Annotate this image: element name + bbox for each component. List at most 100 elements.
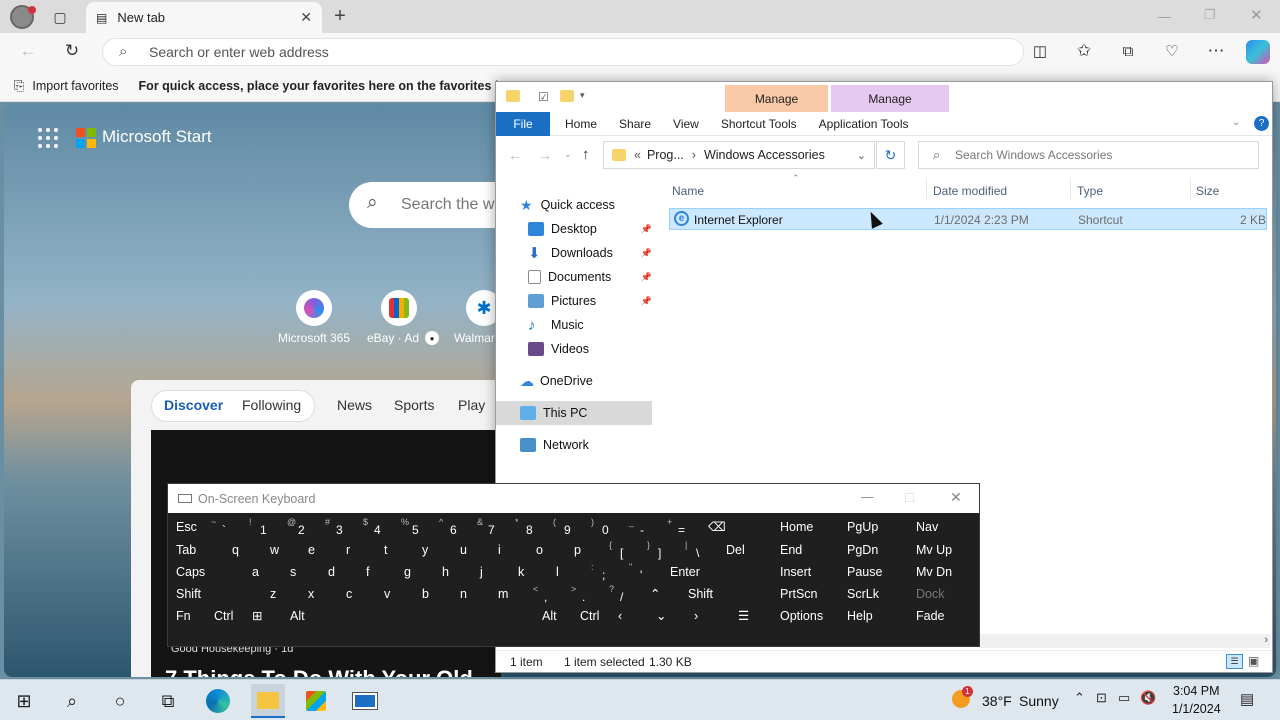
key-g[interactable]: g	[398, 561, 432, 582]
copilot-icon[interactable]	[1246, 40, 1270, 64]
key-w[interactable]: w	[264, 539, 298, 560]
key-a[interactable]: a	[246, 561, 280, 582]
nav-back-icon[interactable]: ←	[508, 147, 522, 163]
explorer-minimize-icon[interactable]: —	[1152, 88, 1164, 102]
details-view-icon[interactable]: ☰	[1226, 654, 1243, 669]
explorer-close-icon[interactable]: ✕	[1242, 86, 1255, 104]
nav-desktop[interactable]: Desktop 📌	[528, 217, 652, 241]
clock-date[interactable]: 1/1/2024	[1172, 702, 1221, 716]
key-5[interactable]: % 5	[398, 516, 432, 537]
key-fn[interactable]: Fn	[170, 605, 204, 626]
key-del[interactable]: Del	[720, 539, 766, 560]
weather-temp[interactable]: 38°F	[982, 693, 1012, 709]
nav-up-icon[interactable]: ↑	[582, 146, 590, 163]
key-v[interactable]: v	[378, 583, 412, 604]
key-x[interactable]: x	[302, 583, 336, 604]
key-f[interactable]: f	[360, 561, 394, 582]
close-tab-icon[interactable]: ✕	[300, 9, 312, 26]
ribbon-tab-application-tools[interactable]: Application Tools	[808, 112, 920, 136]
key-end[interactable]: End	[774, 539, 836, 560]
ribbon-tab-shortcut-tools[interactable]: Shortcut Tools	[710, 112, 808, 136]
key-space[interactable]	[322, 605, 532, 626]
quicklink-m365[interactable]	[296, 290, 332, 326]
favorites-icon[interactable]: ✩	[1072, 39, 1096, 63]
key-c[interactable]: c	[340, 583, 374, 604]
key-tab[interactable]: Tab	[170, 539, 222, 560]
nav-onedrive[interactable]: ☁ OneDrive	[520, 369, 650, 393]
key-backtick[interactable]: ~ `	[208, 516, 242, 537]
windows-key-icon[interactable]: ⊞	[246, 605, 280, 626]
key-alt-left[interactable]: Alt	[284, 605, 318, 626]
key-shift-right[interactable]: Shift	[682, 583, 766, 604]
key-t[interactable]: t	[378, 539, 412, 560]
key-ctrl-right[interactable]: Ctrl	[574, 605, 608, 626]
key-comma[interactable]: <,	[530, 583, 564, 604]
key-minus[interactable]: _ -	[626, 516, 660, 537]
key-e[interactable]: e	[302, 539, 336, 560]
nav-this-pc[interactable]: This PC	[496, 401, 652, 425]
key-caps[interactable]: Caps	[170, 561, 242, 582]
nav-videos[interactable]: Videos	[528, 337, 652, 361]
osk-close-icon[interactable]: ✕	[950, 489, 962, 506]
tab-new[interactable]: ▤ New tab ✕	[86, 2, 322, 33]
key-pgdn[interactable]: PgDn	[841, 539, 903, 560]
split-screen-icon[interactable]: ◫	[1028, 39, 1052, 63]
key-shift-left[interactable]: Shift	[170, 583, 260, 604]
key-p[interactable]: p	[568, 539, 602, 560]
nav-network[interactable]: Network	[520, 433, 650, 457]
col-name[interactable]: Name	[672, 184, 704, 198]
ribbon-tab-home[interactable]: Home	[554, 112, 608, 136]
key-9[interactable]: (9	[550, 516, 584, 537]
key-z[interactable]: z	[264, 583, 298, 604]
performance-icon[interactable]: ♡	[1160, 39, 1184, 63]
col-size[interactable]: Size	[1196, 184, 1219, 198]
arrow-left-icon[interactable]: ‹	[612, 605, 646, 626]
start-windows-icon[interactable]: ⊞	[9, 686, 39, 716]
key-2[interactable]: @2	[284, 516, 318, 537]
key-slash[interactable]: ? /	[606, 583, 640, 604]
apps-grid-icon[interactable]	[38, 128, 58, 148]
key-o[interactable]: o	[530, 539, 564, 560]
key-4[interactable]: $4	[360, 516, 394, 537]
feed-tab-following[interactable]: Following	[242, 397, 301, 413]
key-semicolon[interactable]: :;	[588, 561, 622, 582]
key-y[interactable]: y	[416, 539, 450, 560]
feed-tab-play[interactable]: Play	[458, 397, 485, 413]
file-explorer-taskbar-icon[interactable]	[251, 684, 285, 718]
refresh-icon[interactable]: ↻	[60, 39, 84, 63]
volume-mute-icon[interactable]: 🔇	[1140, 690, 1156, 706]
key-q[interactable]: q	[226, 539, 260, 560]
breadcrumb-overflow-icon[interactable]: «	[634, 148, 641, 162]
cortana-icon[interactable]: ○	[105, 686, 135, 716]
key-period[interactable]: >.	[568, 583, 602, 604]
key-r[interactable]: r	[340, 539, 374, 560]
arrow-up-icon[interactable]: ⌃	[644, 583, 678, 604]
key-d[interactable]: d	[322, 561, 356, 582]
qat-dropdown-icon[interactable]: ▾	[580, 90, 585, 101]
close-window-icon[interactable]: ✕	[1250, 6, 1263, 24]
key-alt-right[interactable]: Alt	[536, 605, 570, 626]
nav-documents[interactable]: Documents 📌	[528, 265, 652, 289]
key-j[interactable]: j	[474, 561, 508, 582]
network-tray-icon[interactable]: ▭	[1118, 690, 1130, 706]
new-folder-icon[interactable]	[560, 90, 574, 102]
key-mvup[interactable]: Mv Up	[910, 539, 976, 560]
search-taskbar-icon[interactable]: ⌕	[57, 686, 87, 716]
properties-icon[interactable]: ☑	[538, 90, 549, 104]
key-8[interactable]: * 8	[512, 516, 546, 537]
key-0[interactable]: ) 0	[588, 516, 622, 537]
feed-tab-sports[interactable]: Sports	[394, 397, 434, 413]
key-7[interactable]: & 7	[474, 516, 508, 537]
key-options[interactable]: Options	[774, 605, 836, 626]
key-ctrl-left[interactable]: Ctrl	[208, 605, 242, 626]
quicklink-ebay[interactable]	[381, 290, 417, 326]
table-row[interactable]: e Internet Explorer 1/1/2024 2:23 PM Sho…	[669, 208, 1267, 230]
key-enter[interactable]: Enter	[664, 561, 766, 582]
key-6[interactable]: ^ 6	[436, 516, 470, 537]
col-date[interactable]: Date modified	[933, 184, 1007, 198]
restore-icon[interactable]: ❐	[1204, 7, 1216, 23]
help-icon[interactable]: ?	[1254, 116, 1269, 131]
weather-condition[interactable]: Sunny	[1019, 693, 1059, 709]
arrow-right-icon[interactable]: ›	[688, 605, 722, 626]
tab-actions-icon[interactable]: ▢	[48, 5, 72, 29]
